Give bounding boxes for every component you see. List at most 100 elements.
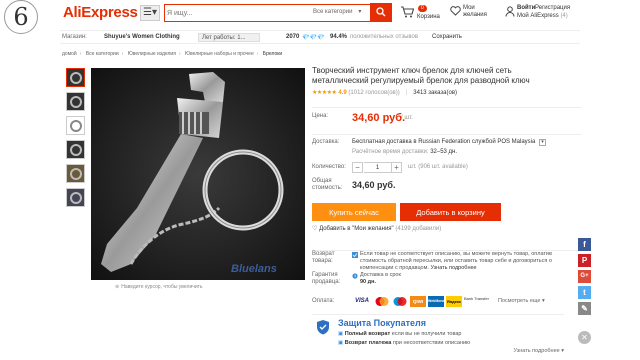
- quantity-label: Количество:: [312, 164, 346, 170]
- quantity-decrease-button[interactable]: −: [352, 162, 363, 173]
- thumbnail-list: [66, 68, 86, 212]
- positive-feedback-percent: 94.4%: [330, 34, 348, 40]
- cart-link[interactable]: 0 Корзина: [400, 4, 450, 26]
- payment-more-link[interactable]: Посмотреть еще ▾: [498, 298, 545, 304]
- breadcrumb-item[interactable]: Все категории: [86, 51, 119, 57]
- buyer-protection-title: Защита Покупателя: [338, 318, 426, 328]
- price-label: Цена:: [312, 113, 329, 119]
- save-store-button[interactable]: Сохранить: [432, 34, 462, 40]
- edit-icon[interactable]: ✎: [578, 302, 591, 315]
- protect-full-refund: ▣ Полный возврат если вы не получили тов…: [338, 331, 461, 337]
- shield-icon: [317, 320, 329, 335]
- reviews-link[interactable]: (1012 голосов(ов)): [348, 90, 399, 96]
- shipping-method[interactable]: Бесплатная доставка в Russian Federation…: [352, 139, 535, 145]
- check-icon: ▣: [338, 331, 344, 337]
- quantity-available: шт. (906 шт. available): [408, 164, 468, 170]
- breadcrumb-item[interactable]: Ювелирные изделия: [128, 51, 176, 57]
- product-thumbnail[interactable]: [66, 164, 85, 183]
- add-to-cart-button[interactable]: Добавить в корзину: [400, 203, 501, 221]
- guarantee-text: Доставка в срок 90 дн.: [360, 272, 401, 286]
- return-more-link[interactable]: Узнать подробнее: [430, 265, 476, 271]
- brand-name: AliExpress: [63, 4, 138, 21]
- cart-label: Корзина: [417, 14, 440, 20]
- pinterest-icon[interactable]: P: [578, 254, 591, 267]
- qiwi-logo: QIWI: [410, 296, 426, 307]
- store-bar: Магазин: Shuyue's Women Clothing Лет раб…: [60, 30, 580, 44]
- product-title: Творческий инструмент ключ брелок для кл…: [312, 66, 530, 85]
- orders-count: 3413 заказа(ов): [413, 90, 458, 96]
- price-row: Цена: 34,60 руб. / шт.: [312, 107, 582, 129]
- quantity-row: Количество: − 1 + шт. (906 шт. available…: [312, 162, 582, 178]
- guarantee-days: 90 дн.: [360, 279, 376, 285]
- shipping-time: Расчётное время доставки: 32–53 дн.: [352, 149, 457, 155]
- google-plus-icon[interactable]: G+: [578, 270, 591, 283]
- product-main-image[interactable]: Bluelans: [91, 68, 305, 280]
- user-icon: [505, 6, 515, 17]
- star-rating-icon: ★★★★★: [312, 90, 337, 96]
- breadcrumb-separator-icon: ›: [121, 51, 124, 57]
- heart-icon: [450, 6, 461, 16]
- guarantee-description: Доставка в срок: [360, 272, 401, 278]
- zoom-hint-text: Наведите курсор, чтобы увеличить: [121, 284, 203, 290]
- login-link[interactable]: Войти: [517, 5, 535, 11]
- buy-now-button[interactable]: Купить сейчас: [312, 203, 396, 221]
- product-thumbnail[interactable]: [66, 140, 85, 159]
- quantity-input[interactable]: 1: [364, 162, 391, 173]
- zoom-hint: ⊕ Наведите курсор, чтобы увеличить: [115, 284, 203, 290]
- category-menu-button[interactable]: ☰▾: [140, 5, 160, 21]
- breadcrumb-separator-icon: ›: [256, 51, 259, 57]
- total-value: 34,60 руб.: [352, 180, 396, 190]
- total-row: Общая стоимость: 34,60 руб.: [312, 178, 582, 200]
- shipping-options-chevron-icon[interactable]: ▾: [539, 139, 546, 146]
- zoom-icon: ⊕: [115, 284, 120, 290]
- search-button[interactable]: [370, 3, 392, 21]
- guarantee-label: Гарантия продавца:: [312, 272, 341, 285]
- search-bar: Все категории ▾: [164, 4, 392, 22]
- visa-logo: VISA: [352, 296, 372, 307]
- search-icon: [376, 7, 386, 17]
- breadcrumb-item-current[interactable]: Брелоки: [263, 51, 282, 57]
- add-to-wishlist-link[interactable]: ♡ Добавить в "Мои желания" (4199 добавил…: [312, 225, 441, 232]
- check-icon: ▣: [338, 340, 344, 346]
- shipping-time-value: 32–53 дн.: [430, 149, 458, 155]
- protect-full-refund-label: Полный возврат: [344, 331, 391, 337]
- protect-payment-refund-label: Возврат платежа: [344, 340, 392, 346]
- chevron-down-icon: ▾: [358, 9, 362, 15]
- buyer-protection: Защита Покупателя ▣ Полный возврат если …: [312, 314, 564, 356]
- store-score: 2070: [286, 34, 300, 40]
- my-aliexpress-count: (4): [560, 13, 568, 19]
- store-rank-diamond-icon: 💎💎💎: [302, 35, 325, 41]
- product-thumbnail[interactable]: [66, 116, 85, 135]
- product-thumbnail[interactable]: [66, 92, 85, 111]
- guarantee-row: Гарантия продавца: Доставка в срок 90 дн.: [312, 272, 582, 290]
- store-name-link[interactable]: Shuyue's Women Clothing: [104, 34, 180, 40]
- search-input[interactable]: [167, 6, 307, 20]
- facebook-icon[interactable]: f: [578, 238, 591, 251]
- shipping-row: Доставка: Бесплатная доставка в Russian …: [312, 134, 582, 160]
- maestro-logo: [392, 296, 408, 307]
- breadcrumb-item[interactable]: Ювелирные наборы и прочее: [185, 51, 254, 57]
- bank-transfer-logo: Bank Transfer: [464, 296, 492, 307]
- protection-more-link[interactable]: Узнать подробнее ▾: [514, 348, 564, 354]
- positive-feedback-label[interactable]: положительных отзывов: [350, 34, 418, 40]
- total-label: Общая стоимость:: [312, 178, 343, 191]
- twitter-icon[interactable]: t: [578, 286, 591, 299]
- register-link[interactable]: Регистрация: [535, 5, 570, 11]
- product-thumbnail[interactable]: [66, 188, 85, 207]
- heart-icon: ♡: [312, 226, 318, 232]
- payment-more-label: Посмотреть еще: [498, 298, 541, 304]
- search-category-select[interactable]: Все категории ▾: [313, 8, 361, 15]
- product-thumbnail[interactable]: [66, 68, 85, 87]
- breadcrumb-item[interactable]: домой: [62, 51, 77, 57]
- store-years-dropdown[interactable]: Лет работы: 1...: [198, 33, 260, 42]
- price-value: 34,60 руб.: [352, 112, 406, 124]
- my-aliexpress-label: Мой AliExpress: [517, 13, 559, 19]
- close-icon[interactable]: ✕: [578, 331, 591, 344]
- quantity-increase-button[interactable]: +: [391, 162, 402, 173]
- wishlist-link[interactable]: Мои желания: [450, 4, 502, 26]
- my-aliexpress-link[interactable]: Мой AliExpress (4): [517, 13, 568, 19]
- clock-icon: [352, 273, 358, 279]
- aliexpress-logo[interactable]: AliExpress: [63, 4, 138, 21]
- mastercard-logo: [374, 296, 390, 307]
- rating-score: 4.9: [338, 90, 347, 96]
